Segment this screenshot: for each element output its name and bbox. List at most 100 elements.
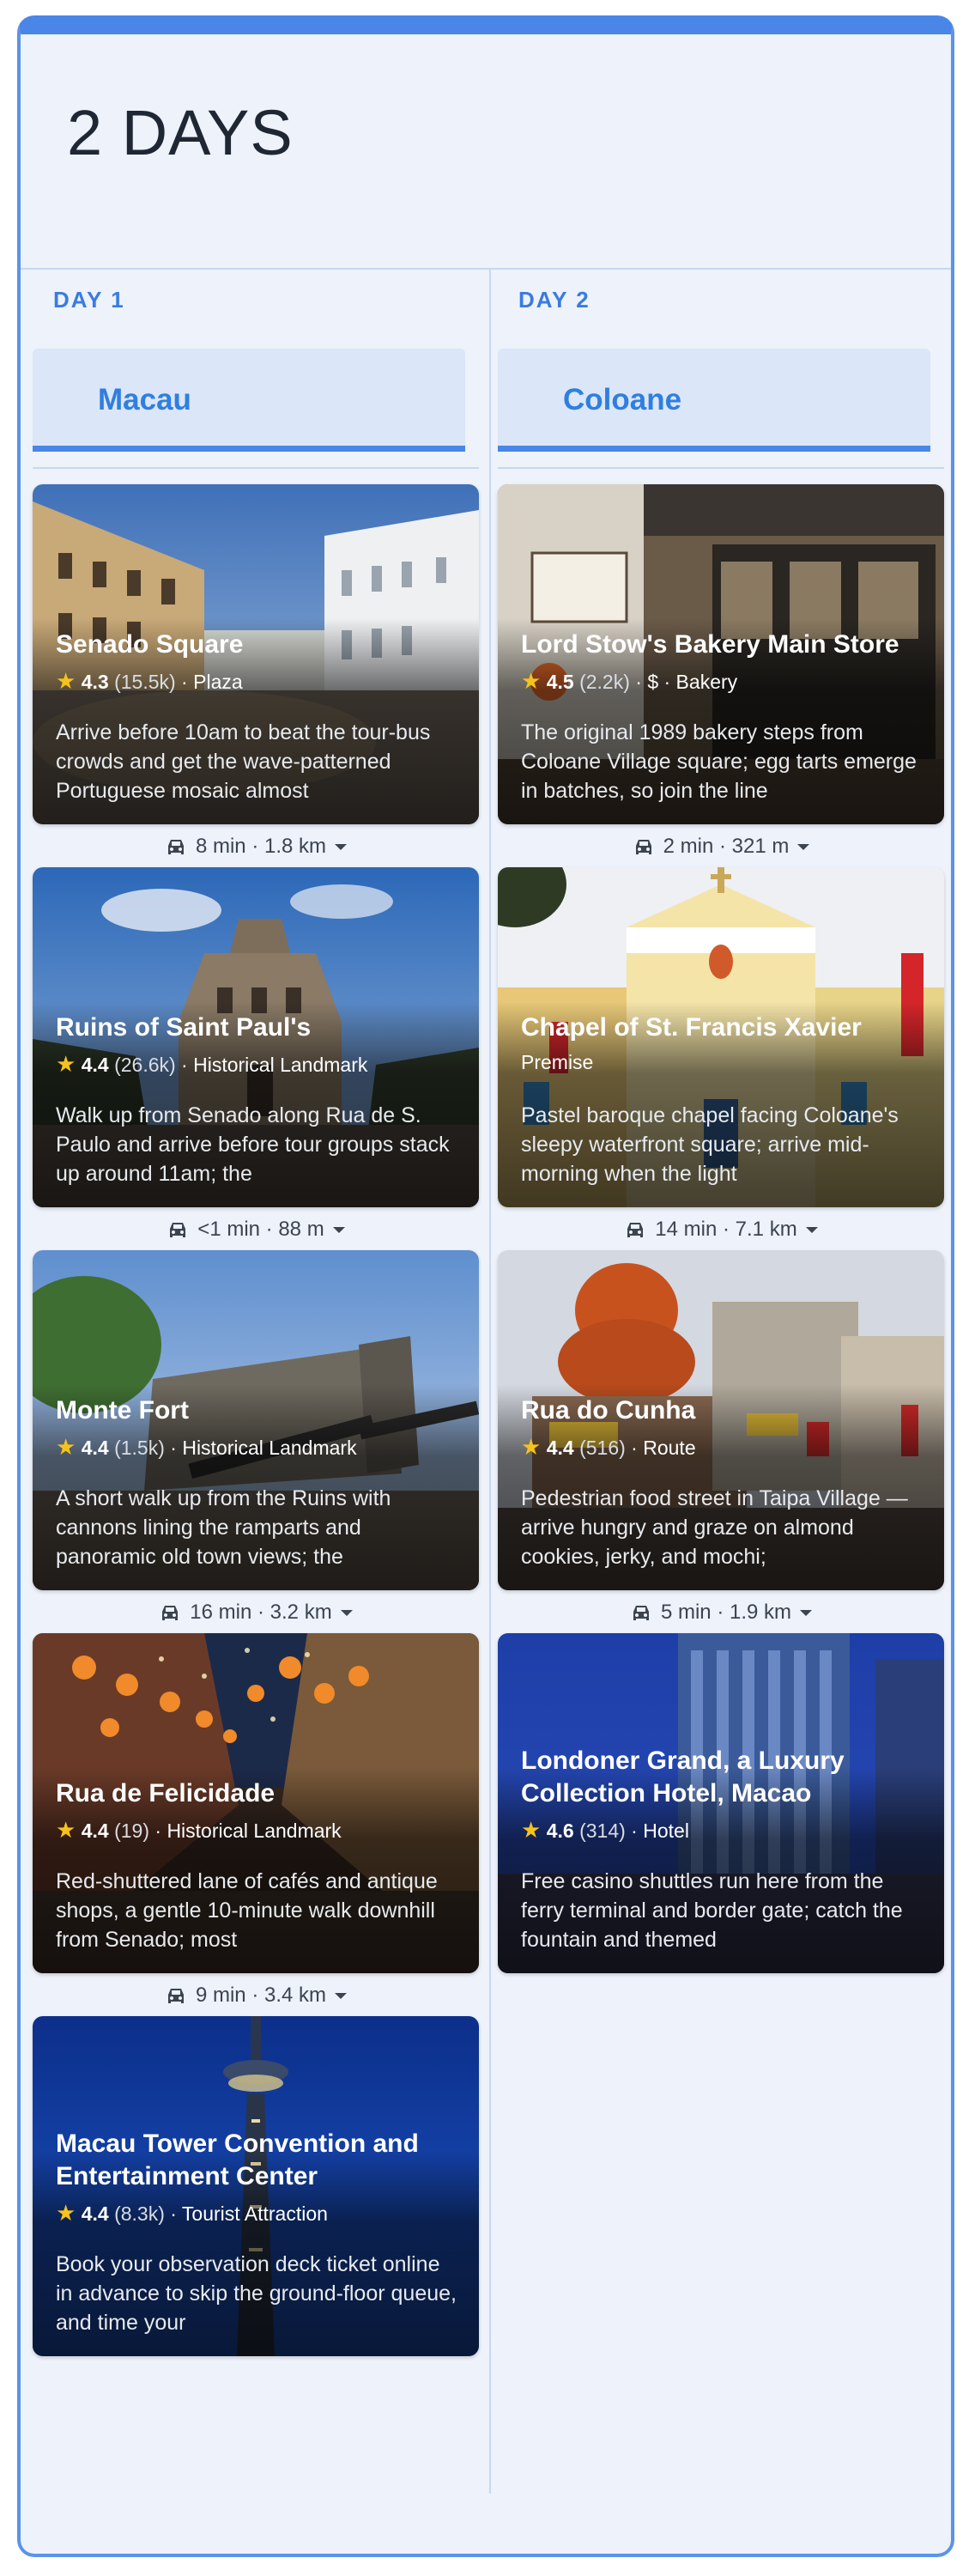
place-type: Premise	[521, 1051, 594, 1073]
place-description: Book your observation deck ticket online…	[56, 2252, 457, 2335]
place-meta: ★ 4.4 (1.5k) · Historical Landmark	[56, 1434, 357, 1460]
place-name: Chapel of St. Francis Xavier	[521, 1013, 862, 1042]
review-count: (516)	[579, 1437, 626, 1459]
place-name: Monte Fort	[56, 1396, 189, 1425]
review-count: (2.2k)	[579, 671, 630, 693]
location-tab-macau[interactable]: Macau	[33, 349, 465, 452]
place-name: Londoner Grand, a Luxury Collection Hote…	[521, 1747, 845, 1807]
place-meta: ★ 4.5 (2.2k) · $ · Bakery	[521, 668, 738, 694]
place-description: The original 1989 bakery steps from Colo…	[521, 720, 917, 803]
place-name: Senado Square	[56, 630, 244, 659]
rating: 4.4	[81, 1820, 109, 1842]
column-divider	[489, 270, 491, 2494]
star-icon: ★	[56, 1434, 76, 1460]
car-icon	[627, 1222, 644, 1237]
travel-info: 14 min · 7.1 km	[655, 1218, 797, 1241]
car-icon	[167, 839, 184, 854]
star-icon: ★	[56, 2200, 76, 2226]
star-icon: ★	[521, 668, 542, 694]
star-icon: ★	[56, 1051, 76, 1077]
place-meta: ★ 4.3 (15.5k) · Plaza	[56, 668, 243, 694]
place-description: Red-shuttered lane of cafés and antique …	[56, 1869, 438, 1952]
place-card[interactable]: Rua de Felicidade ★ 4.4 (19) · Historica…	[33, 1633, 479, 1973]
place-name: Macau Tower Convention and Entertainment…	[56, 2129, 419, 2190]
car-icon	[635, 839, 651, 854]
place-card[interactable]: Londoner Grand, a Luxury Collection Hote…	[498, 1633, 944, 1973]
rating: 4.4	[81, 1054, 109, 1076]
car-icon	[167, 1988, 184, 2003]
chevron-down-icon	[800, 1610, 813, 1617]
place-card[interactable]: Ruins of Saint Paul's ★ 4.4 (26.6k) · Hi…	[33, 867, 479, 1207]
place-type: Plaza	[193, 671, 243, 693]
review-count: (15.5k)	[114, 671, 176, 693]
place-card[interactable]: Rua do Cunha ★ 4.4 (516) · Route Pedestr…	[498, 1250, 944, 1590]
review-count: (8.3k)	[114, 2202, 165, 2225]
star-icon: ★	[521, 1817, 542, 1843]
travel-segment[interactable]: 14 min · 7.1 km	[498, 1212, 944, 1247]
place-card[interactable]: Lord Stow's Bakery Main Store ★ 4.5 (2.2…	[498, 484, 944, 824]
travel-info: 2 min · 321 m	[663, 835, 790, 858]
rating: 4.3	[81, 671, 109, 693]
location-tab-coloane[interactable]: Coloane	[498, 349, 930, 452]
day-label: DAY 2	[518, 287, 590, 313]
rating: 4.5	[546, 671, 574, 693]
place-card[interactable]: Chapel of St. Francis Xavier Premise Pas…	[498, 867, 944, 1207]
review-count: (1.5k)	[114, 1437, 165, 1459]
travel-info: 16 min · 3.2 km	[190, 1601, 332, 1624]
place-meta: ★ 4.4 (8.3k) · Tourist Attraction	[56, 2200, 328, 2226]
place-description: Walk up from Senado along Rua de S. Paul…	[56, 1103, 450, 1186]
review-count: (19)	[114, 1820, 149, 1842]
star-icon: ★	[521, 1434, 542, 1460]
place-type: $ · Bakery	[647, 671, 738, 693]
travel-segment[interactable]: <1 min · 88 m	[33, 1212, 479, 1247]
travel-info: 9 min · 3.4 km	[195, 1984, 327, 2007]
place-type: Route	[643, 1437, 696, 1459]
rating: 4.4	[546, 1437, 574, 1459]
page-title: 2 DAYS	[67, 97, 294, 168]
place-type: Hotel	[643, 1820, 689, 1842]
place-description: Pedestrian food street in Taipa Village …	[521, 1486, 908, 1569]
place-meta: ★ 4.6 (314) · Hotel	[521, 1817, 689, 1843]
review-count: (314)	[579, 1820, 626, 1842]
chevron-down-icon	[805, 1227, 818, 1234]
place-type: Historical Landmark	[167, 1820, 342, 1842]
travel-segment[interactable]: 2 min · 321 m	[498, 829, 944, 864]
car-icon	[170, 1222, 186, 1237]
travel-info: <1 min · 88 m	[197, 1218, 324, 1241]
travel-segment[interactable]: 9 min · 3.4 km	[33, 1978, 479, 2013]
rating: 4.4	[81, 1437, 109, 1459]
place-meta: ★ 4.4 (19) · Historical Landmark	[56, 1817, 342, 1843]
place-meta: ★ 4.4 (26.6k) · Historical Landmark	[56, 1051, 368, 1077]
travel-segment[interactable]: 8 min · 1.8 km	[33, 829, 479, 864]
travel-info: 8 min · 1.8 km	[195, 835, 327, 858]
travel-segment[interactable]: 16 min · 3.2 km	[33, 1595, 479, 1630]
chevron-down-icon	[797, 844, 810, 851]
travel-segment[interactable]: 5 min · 1.9 km	[498, 1595, 944, 1630]
location-divider	[498, 467, 944, 469]
chevron-down-icon	[340, 1610, 353, 1617]
star-icon: ★	[56, 1817, 76, 1843]
rating: 4.4	[81, 2202, 109, 2225]
review-count: (26.6k)	[114, 1054, 176, 1076]
rating: 4.6	[546, 1820, 574, 1842]
header-divider	[21, 268, 951, 270]
place-description: A short walk up from the Ruins with cann…	[56, 1486, 391, 1569]
place-name: Rua do Cunha	[521, 1396, 696, 1425]
chevron-down-icon	[335, 1993, 348, 2000]
travel-info: 5 min · 1.9 km	[660, 1601, 792, 1624]
itinerary-panel: 2 DAYS DAY 1 Macau Senado Square ★ 4.3 (…	[17, 15, 954, 2557]
place-name: Lord Stow's Bakery Main Store	[521, 630, 899, 659]
place-meta: Premise	[521, 1051, 927, 1074]
place-card[interactable]: Monte Fort ★ 4.4 (1.5k) · Historical Lan…	[33, 1250, 479, 1590]
place-description: Free casino shuttles run here from the f…	[521, 1869, 903, 1952]
place-description: Pastel baroque chapel facing Coloane's s…	[521, 1103, 899, 1186]
place-card[interactable]: Macau Tower Convention and Entertainment…	[33, 2016, 479, 2356]
place-name: Ruins of Saint Paul's	[56, 1013, 312, 1042]
star-icon: ★	[56, 668, 76, 694]
place-name: Rua de Felicidade	[56, 1779, 276, 1807]
car-icon	[162, 1605, 179, 1620]
place-description: Arrive before 10am to beat the tour-bus …	[56, 720, 431, 803]
place-card[interactable]: Senado Square ★ 4.3 (15.5k) · Plaza Arri…	[33, 484, 479, 824]
place-type: Historical Landmark	[193, 1054, 368, 1076]
location-label: Macau	[98, 383, 191, 416]
